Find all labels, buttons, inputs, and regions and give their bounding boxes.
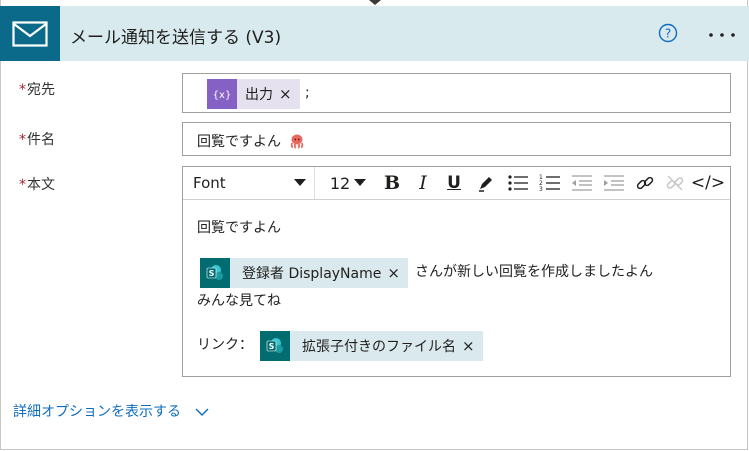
advanced-options-label: 詳細オプションを表示する	[13, 404, 181, 420]
subject-label-text: 件名	[27, 132, 55, 148]
code-view-icon[interactable]: </>	[691, 167, 725, 199]
chevron-down-icon	[354, 179, 367, 186]
font-size-select[interactable]: 12	[323, 167, 373, 199]
to-label-text: 宛先	[27, 82, 55, 98]
svg-text:S: S	[269, 342, 275, 351]
action-header[interactable]: メール通知を送信する (V3) ?	[0, 6, 749, 61]
body-label: *本文	[19, 174, 55, 194]
indent-icon[interactable]	[599, 167, 629, 199]
chevron-down-icon	[294, 179, 306, 186]
body-line-2-text: さんが新しい回覧を作成しましたよん	[415, 264, 653, 280]
output-token-label: 出力	[245, 87, 273, 103]
file-name-token-label: 拡張子付きのファイル名	[302, 339, 456, 355]
sharepoint-icon: S	[200, 258, 230, 288]
body-label-text: 本文	[27, 177, 55, 193]
required-mark: *	[19, 177, 26, 193]
bold-icon[interactable]: B	[379, 167, 405, 199]
mail-icon	[12, 20, 48, 47]
outdent-icon[interactable]	[567, 167, 597, 199]
required-mark: *	[19, 132, 26, 148]
subject-value: 回覧ですよん	[197, 134, 281, 150]
show-advanced-options-link[interactable]: 詳細オプションを表示する	[13, 401, 209, 421]
remove-token-button[interactable]: ×	[462, 337, 483, 355]
underline-icon[interactable]: U	[441, 167, 467, 199]
help-icon[interactable]: ?	[658, 23, 678, 43]
variable-icon: {x}	[207, 79, 237, 109]
chevron-down-icon	[195, 408, 209, 416]
sharepoint-icon: S	[260, 331, 290, 361]
svg-text:{x}: {x}	[213, 90, 231, 101]
font-size-value: 12	[329, 173, 351, 193]
recipient-separator: ;	[305, 85, 310, 101]
more-options-icon[interactable]	[708, 32, 736, 38]
svg-text:?: ?	[665, 27, 671, 41]
link-label: リンク：	[197, 337, 253, 353]
body-line-1: 回覧ですよん	[197, 220, 281, 236]
to-label: *宛先	[19, 79, 55, 99]
connector-arrow	[369, 0, 381, 5]
subject-label: *件名	[19, 129, 55, 149]
action-title: メール通知を送信する (V3)	[70, 28, 282, 48]
file-name-token[interactable]: S 拡張子付きのファイル名 ×	[260, 331, 483, 361]
font-family-select[interactable]: Font	[185, 167, 315, 199]
body-editor[interactable]: Font 12 B I U 123 </> 回覧ですよん S 登録者 Displ…	[182, 166, 731, 377]
editor-toolbar: Font 12 B I U 123 </>	[183, 167, 730, 200]
unlink-icon[interactable]	[661, 167, 689, 199]
numbered-list-icon[interactable]: 123	[535, 167, 565, 199]
output-token[interactable]: {x} 出力 ×	[207, 79, 300, 109]
highlight-pen-icon[interactable]	[473, 167, 499, 199]
link-icon[interactable]	[631, 167, 659, 199]
font-family-value: Font	[193, 174, 226, 192]
svg-text:3: 3	[539, 186, 543, 193]
display-name-token[interactable]: S 登録者 DisplayName ×	[200, 258, 408, 288]
svg-text:S: S	[209, 269, 215, 278]
remove-token-button[interactable]: ×	[387, 264, 408, 282]
remove-token-button[interactable]: ×	[279, 85, 300, 103]
italic-icon[interactable]: I	[411, 167, 435, 199]
bullet-list-icon[interactable]	[503, 167, 533, 199]
to-field[interactable]: {x} 出力 × ;	[182, 73, 731, 113]
mail-tile	[0, 6, 60, 61]
display-name-token-label: 登録者 DisplayName	[242, 266, 382, 282]
required-mark: *	[19, 82, 26, 98]
subject-field[interactable]: 回覧ですよん	[182, 122, 731, 156]
body-line-3: みんな見てね	[197, 293, 281, 309]
octopus-emoji-icon	[290, 134, 304, 149]
